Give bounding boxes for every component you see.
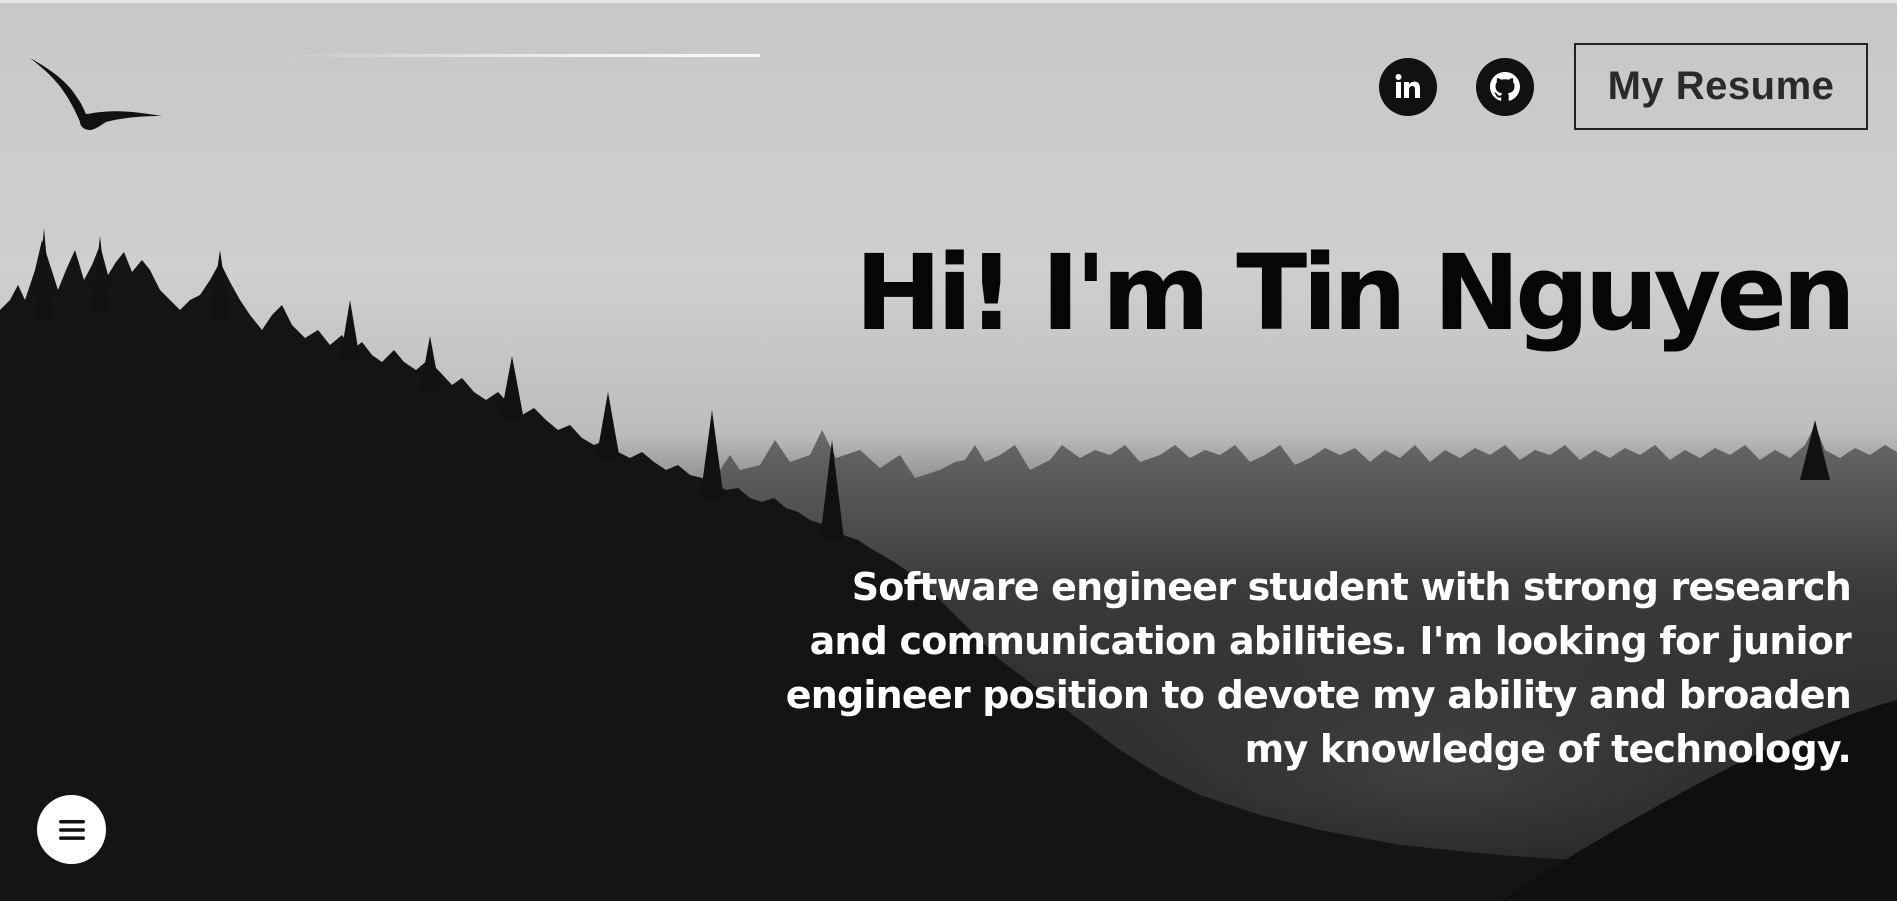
github-link[interactable] bbox=[1476, 57, 1534, 116]
resume-button[interactable]: My Resume bbox=[1574, 43, 1868, 130]
bird-icon[interactable] bbox=[28, 56, 164, 132]
header-actions: My Resume bbox=[1379, 43, 1868, 130]
hero-section: My Resume Hi! I'm Tin Nguyen Software en… bbox=[0, 0, 1897, 901]
hero-title: Hi! I'm Tin Nguyen bbox=[854, 232, 1856, 354]
hamburger-menu-icon bbox=[58, 819, 85, 840]
hero-bio: Software engineer student with strong re… bbox=[785, 565, 1852, 771]
linkedin-icon bbox=[1395, 73, 1420, 98]
menu-button[interactable] bbox=[37, 795, 106, 864]
linkedin-link[interactable] bbox=[1379, 57, 1437, 116]
github-icon bbox=[1490, 71, 1520, 101]
